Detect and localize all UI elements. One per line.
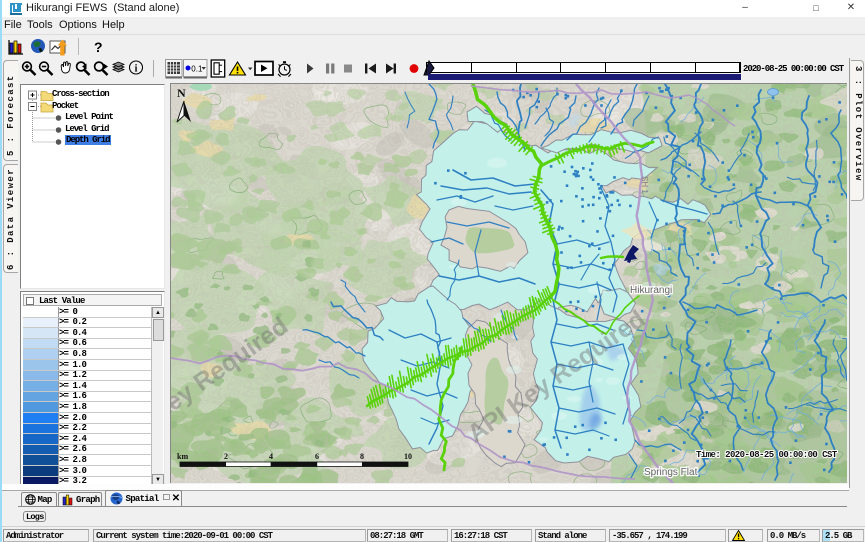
svg-text:0.1: 0.1 <box>191 64 203 73</box>
svg-text:km: km <box>177 452 188 461</box>
svg-text:SH 1: SH 1 <box>640 176 649 194</box>
svg-text:Time: 2020-08-25 00:00:00 CST: Time: 2020-08-25 00:00:00 CST <box>696 450 838 460</box>
svg-text:i: i <box>135 63 138 74</box>
svg-text:4: 4 <box>269 452 273 461</box>
svg-text:8: 8 <box>360 452 364 461</box>
svg-text:?: ? <box>94 39 103 55</box>
svg-text:10: 10 <box>404 452 412 461</box>
svg-text:Hikurangi: Hikurangi <box>630 285 672 296</box>
svg-text:6: 6 <box>315 452 319 461</box>
svg-text:2: 2 <box>224 452 228 461</box>
svg-text:N: N <box>177 86 186 100</box>
svg-text:Springs Flat: Springs Flat <box>644 467 698 478</box>
